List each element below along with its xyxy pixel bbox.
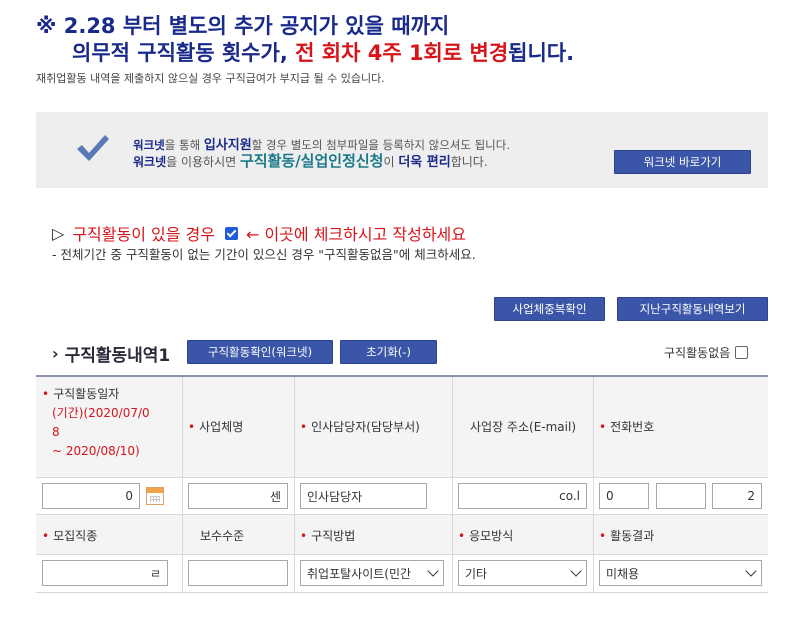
guide-text-after: ← 이곳에 체크하시고 작성하세요 [245, 225, 466, 244]
required-mark: • [42, 386, 50, 401]
job-type-input[interactable]: ㄹ [42, 560, 168, 586]
row-divider [36, 477, 768, 478]
table-bottom-border [36, 592, 768, 593]
section-title-text: 구직활동내역1 [64, 346, 171, 366]
salary-input[interactable] [188, 560, 288, 586]
notice-line2-prefix: 의무적 구직활동 횟수가, [72, 41, 296, 65]
calendar-icon[interactable] [146, 487, 164, 505]
method-select-value: 취업포탈사이트(민간 [307, 566, 412, 581]
required-mark: • [188, 419, 196, 434]
date-input[interactable]: 0 [42, 483, 140, 509]
header-apply-method: • 응모방식 [458, 527, 513, 544]
reset-button[interactable]: 초기화(-) [340, 340, 437, 364]
result-select[interactable]: 미채용 [599, 560, 762, 586]
header-company-label: 사업체명 [199, 420, 244, 434]
info-line2-mid: 을 이용하시면 [166, 155, 240, 169]
header-date-label: 구직활동일자 [53, 387, 120, 401]
confirm-worknet-button[interactable]: 구직활동확인(워크넷) [187, 340, 333, 364]
header-hr-label: 인사담당자(담당부서) [311, 420, 420, 434]
hr-contact-input[interactable]: 인사담당자 [300, 483, 427, 509]
col-divider [294, 377, 295, 592]
header-job-type-label: 모집직종 [53, 529, 98, 543]
apply-method-select[interactable]: 기타 [458, 560, 587, 586]
chevron-down-icon [570, 565, 582, 577]
info-line2-mid2: 이 [383, 155, 399, 169]
notice-line2-suffix: 됩니다. [508, 41, 575, 65]
info-line2-convenient: 더욱 편리 [398, 155, 451, 170]
method-select[interactable]: 취업포탈사이트(민간 [300, 560, 444, 586]
worknet-shortcut-button[interactable]: 워크넷 바로가기 [614, 150, 751, 174]
table-header-row2-bg [36, 514, 768, 554]
header-method: • 구직방법 [300, 527, 355, 544]
required-mark: • [42, 528, 50, 543]
header-period: (기간)(2020/07/0 8 ~ 2020/08/10) [52, 404, 180, 461]
required-mark: • [599, 528, 607, 543]
notice-line2: 의무적 구직활동 횟수가, 전 회차 4주 1회로 변경됩니다. [72, 37, 574, 67]
phone-input-1[interactable]: 0 [599, 483, 649, 509]
period-line2: 8 [52, 425, 60, 439]
chevron-down-icon [745, 565, 757, 577]
header-company: • 사업체명 [188, 418, 243, 435]
row-divider [36, 514, 768, 515]
info-line2-worknet: 워크넷 [133, 155, 167, 169]
past-history-button[interactable]: 지난구직활동내역보기 [617, 297, 768, 321]
guide-sub-text: - 전체기간 중 구직활동이 없는 기간이 있으신 경우 "구직활동없음"에 체… [52, 247, 476, 262]
info-line2: 워크넷을 이용하시면 구직활동/실업인정신청이 더욱 편리합니다. [133, 150, 488, 171]
header-result-label: 활동결과 [610, 529, 655, 543]
phone-input-2[interactable] [656, 483, 706, 509]
address-input[interactable]: co.l [458, 483, 587, 509]
header-date: • 구직활동일자 (기간)(2020/07/0 8 ~ 2020/08/10) [42, 385, 180, 461]
notice-line2-red: 전 회차 4주 1회로 변경 [295, 41, 509, 65]
col-divider [593, 377, 594, 592]
header-apply-label: 응모방식 [469, 529, 514, 543]
guide-text-before: 구직활동이 있을 경우 [72, 225, 215, 244]
guide-line1: ▷ 구직활동이 있을 경우 ← 이곳에 체크하시고 작성하세요 [52, 221, 466, 245]
header-job-type: • 모집직종 [42, 527, 97, 544]
no-activity-label: 구직활동없음 [664, 346, 731, 360]
chevron-down-icon [427, 565, 439, 577]
header-phone: • 전화번호 [599, 418, 654, 435]
required-mark: • [458, 528, 466, 543]
col-divider [452, 377, 453, 592]
notice-line1: ※ 2.28 부터 별도의 추가 공지가 있을 때까지 [36, 14, 450, 38]
table-top-border [36, 375, 768, 377]
header-address: 사업장 주소(E-mail) [470, 420, 577, 434]
info-line2-end: 합니다. [450, 155, 488, 169]
period-line1: (기간)(2020/07/0 [52, 406, 150, 420]
header-salary: 보수수준 [200, 529, 245, 543]
duplicate-check-button[interactable]: 사업체중복확인 [494, 297, 605, 321]
required-mark: • [300, 528, 308, 543]
phone-input-3[interactable]: 2 [712, 483, 762, 509]
checkmark-icon [74, 132, 110, 168]
required-mark: • [300, 419, 308, 434]
no-activity-toggle[interactable]: 구직활동없음 [664, 344, 749, 361]
info-line2-teal: 구직활동/실업인정신청 [240, 152, 384, 170]
company-input[interactable]: 센 [188, 483, 288, 509]
checked-checkbox-icon [224, 226, 238, 240]
section-title: › 구직활동내역1 [52, 341, 170, 366]
chevron-right-icon: › [52, 344, 59, 363]
period-line3: ~ 2020/08/10) [52, 444, 140, 458]
triangle-marker-icon: ▷ [52, 223, 65, 243]
row-divider [36, 554, 768, 555]
no-activity-checkbox[interactable] [735, 346, 749, 359]
header-result: • 활동결과 [599, 527, 654, 544]
col-divider [182, 377, 183, 592]
result-select-value: 미채용 [606, 566, 640, 581]
header-phone-label: 전화번호 [610, 420, 655, 434]
header-hr-contact: • 인사담당자(담당부서) [300, 418, 420, 435]
required-mark: • [599, 419, 607, 434]
warning-text: 재취업활동 내역을 제출하지 않으실 경우 구직급여가 부지급 될 수 있습니다… [36, 72, 385, 85]
apply-select-value: 기타 [465, 566, 488, 581]
header-method-label: 구직방법 [311, 529, 356, 543]
